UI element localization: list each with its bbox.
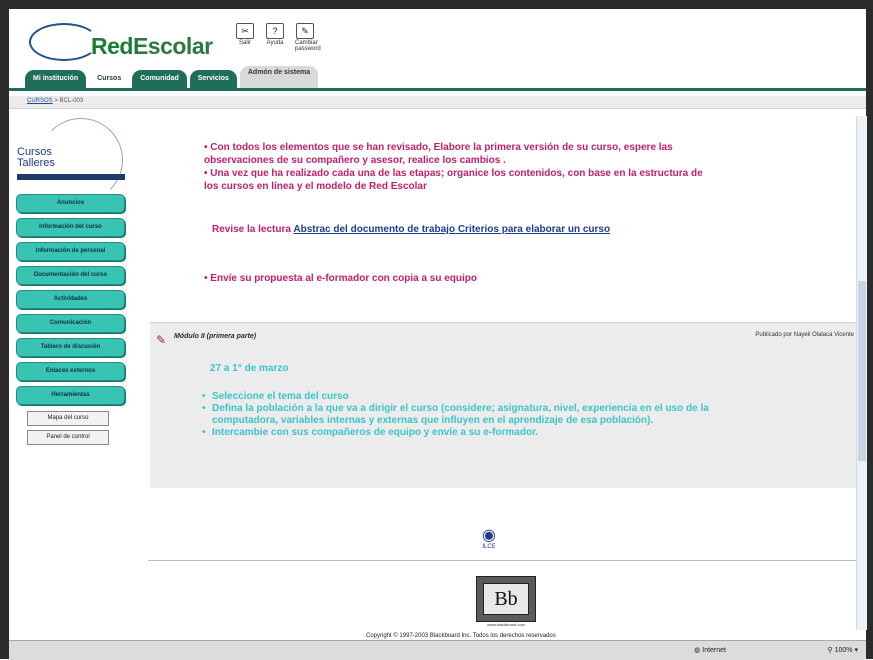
reading-instruction: Revise la lectura Abstrac del documento … [212, 223, 712, 236]
tab-cursos[interactable]: Cursos [89, 70, 129, 88]
site-header: RedEscolar ✂ Salir ? Ayuda ✎ Cambiar pas… [9, 9, 866, 97]
sidebar-item-actividades[interactable]: Actividades [16, 290, 125, 309]
sidebar-item-anuncios[interactable]: Anuncios [16, 194, 125, 213]
password-icon: ✎ [296, 23, 314, 39]
scrollbar-thumb[interactable] [858, 281, 866, 461]
window-frame-top [0, 0, 873, 9]
security-zone: ◍ Internet [694, 647, 726, 654]
logo-bar [17, 174, 125, 180]
sidebar-item-informacion-curso[interactable]: Información del curso [16, 218, 125, 237]
window-frame-right [866, 0, 873, 659]
red-escolar-logo[interactable]: RedEscolar [29, 23, 239, 63]
control-panel-button[interactable]: Panel de control [27, 430, 109, 445]
pushpin-icon: ✎ [156, 333, 167, 347]
list-item: • Defina la población a la que va a dirig… [202, 403, 709, 426]
breadcrumb-current: BCL-003 [59, 98, 84, 104]
tab-servicios[interactable]: Servicios [189, 70, 237, 88]
bullet-icon: • [202, 403, 206, 414]
blackboard-mark: Bb [483, 583, 529, 615]
copyright-text: Copyright © 1997-2003 Blackboard Inc. To… [366, 633, 556, 639]
header-divider [9, 88, 866, 91]
tab-admon-sistema[interactable]: Admón de sistema [239, 66, 319, 88]
breadcrumb-separator: > [54, 98, 58, 104]
module-title: Módulo II (primera parte) [174, 333, 257, 340]
reading-prefix: Revise la lectura [212, 224, 291, 235]
sidebar-item-documentacion[interactable]: Documentación del curso [16, 266, 125, 285]
reading-link[interactable]: Abstrac del documento de trabajo Criteri… [293, 224, 610, 235]
help-button[interactable]: ? Ayuda [265, 23, 285, 52]
logo-arc-icon [29, 23, 99, 61]
instructions-list: • Con todos los elementos que se han rev… [204, 141, 714, 193]
course-sidebar: Cursos Talleres Anuncios Información del … [9, 110, 129, 630]
header-tools: ✂ Salir ? Ayuda ✎ Cambiar password [235, 23, 321, 52]
list-item: • Envíe su propuesta al e-formador con c… [204, 273, 478, 284]
exit-label: Salir [238, 40, 251, 46]
globe-icon: ◍ [694, 647, 701, 654]
zoom-icon: ⚲ [827, 647, 833, 654]
breadcrumb-bar: CURSOS > BCL-003 [9, 96, 866, 109]
zoom-level[interactable]: ⚲ 100% ▾ [828, 646, 858, 654]
bullet-icon: • [204, 273, 208, 284]
list-item: • Con todos los elementos que se han rev… [204, 142, 673, 166]
window-frame-left [0, 0, 9, 659]
help-icon: ? [266, 23, 284, 39]
change-password-label: Cambiar password [295, 40, 321, 52]
cursos-talleres-logo: Cursos Talleres [13, 114, 128, 202]
main-tabs: Mi institución Cursos Comunidad Servicio… [25, 66, 321, 88]
sidebar-item-comunicacion[interactable]: Comunicación [16, 314, 125, 333]
help-label: Ayuda [266, 40, 284, 46]
sidebar-item-herramientas[interactable]: Herramientas [16, 386, 125, 405]
ilce-label: ILCE [482, 544, 496, 550]
logo-label: Cursos Talleres [17, 146, 55, 169]
bullet-icon: • [202, 427, 206, 438]
module-announcement: ✎ Módulo II (primera parte) Publicado po… [150, 322, 860, 488]
logo-text: RedEscolar [91, 33, 213, 59]
bullet-icon: • [204, 168, 208, 179]
bullet-icon: • [204, 142, 208, 153]
ilce-eye-icon: ◉ [482, 527, 496, 544]
change-password-button[interactable]: ✎ Cambiar password [295, 23, 321, 52]
chevron-down-icon: ▾ [854, 647, 858, 654]
blackboard-url: www.blackboard.com [487, 622, 525, 627]
ilce-logo[interactable]: ◉ ILCE [482, 527, 496, 551]
footer-divider [148, 560, 860, 561]
bullet-icon: • [202, 391, 206, 402]
list-item: • Una vez que ha realizado cada una de l… [204, 168, 703, 192]
tab-mi-institucion[interactable]: Mi institución [25, 70, 87, 88]
exit-icon: ✂ [236, 23, 254, 39]
course-map-button[interactable]: Mapa del curso [27, 411, 109, 426]
posted-by: Publicado por Nayeli Olalaca Vicente [755, 332, 854, 338]
module-date: 27 a 1° de marzo [210, 363, 289, 374]
sidebar-item-enlaces-externos[interactable]: Enlaces externos [16, 362, 125, 381]
module-task-list: • Seleccione el tema del curso • Defina la… [202, 391, 762, 439]
sidebar-item-tablero-discusion[interactable]: Tablero de discusión [16, 338, 125, 357]
browser-status-bar: ◍ Internet ⚲ 100% ▾ [9, 640, 866, 660]
list-item: • Intercambie con sus compañeros de equip… [202, 427, 539, 438]
blackboard-logo[interactable]: Bb www.blackboard.com [476, 576, 536, 627]
list-item: • Seleccione el tema del curso [202, 391, 349, 402]
sidebar-item-informacion-personal[interactable]: Información de personal [16, 242, 125, 261]
breadcrumb: CURSOS > BCL-003 [27, 98, 83, 104]
breadcrumb-link-cursos[interactable]: CURSOS [27, 98, 53, 104]
tab-comunidad[interactable]: Comunidad [132, 70, 187, 88]
vertical-scrollbar[interactable] [856, 116, 867, 630]
exit-button[interactable]: ✂ Salir [235, 23, 255, 52]
content-area: • Con todos los elementos que se han rev… [148, 110, 860, 639]
